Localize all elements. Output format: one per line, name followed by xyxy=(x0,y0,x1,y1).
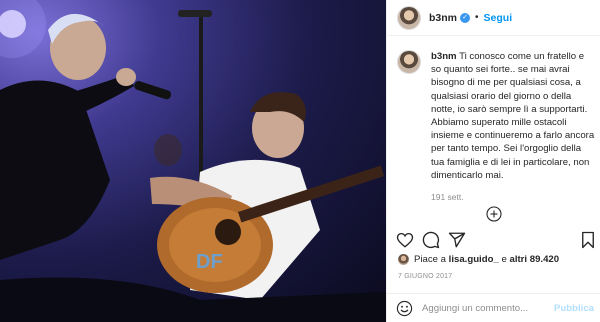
post-photo[interactable]: DF xyxy=(0,0,386,322)
instagram-post: DF b3nm ✓ • Segui b3nm Ti conosco come u… xyxy=(0,0,600,322)
likes-line: Piace a lisa.guido_ e altri 89.420 xyxy=(398,254,559,265)
caption-username[interactable]: b3nm xyxy=(431,51,457,62)
concert-photo-illustration: DF xyxy=(0,0,386,322)
post-actions xyxy=(396,231,600,253)
bookmark-icon[interactable] xyxy=(580,231,596,249)
caption-body: b3nm Ti conosco come un fratello e so qu… xyxy=(431,50,595,204)
separator-dot: • xyxy=(475,12,479,23)
share-icon[interactable] xyxy=(448,231,466,249)
comment-bar: Aggiungi un commento... Pubblica xyxy=(386,293,600,322)
liker-avatar[interactable] xyxy=(398,254,409,265)
comment-input[interactable]: Aggiungi un commento... xyxy=(422,303,554,314)
svg-text:DF: DF xyxy=(196,251,223,273)
emoji-icon[interactable] xyxy=(396,300,413,317)
load-more-icon[interactable] xyxy=(486,206,502,222)
caption-avatar[interactable] xyxy=(397,50,421,74)
likes-others[interactable]: altri 89.420 xyxy=(509,254,559,265)
caption: b3nm Ti conosco come un fratello e so qu… xyxy=(397,50,595,204)
caption-text: Ti conosco come un fratello e so quanto … xyxy=(431,51,595,181)
follow-button[interactable]: Segui xyxy=(484,12,513,24)
author-avatar[interactable] xyxy=(397,5,421,30)
author-username[interactable]: b3nm xyxy=(429,12,457,24)
comment-icon[interactable] xyxy=(422,231,440,249)
verified-badge-icon: ✓ xyxy=(460,12,471,23)
publish-button[interactable]: Pubblica xyxy=(554,303,594,314)
heart-icon[interactable] xyxy=(396,231,414,249)
post-date[interactable]: 7 GIUGNO 2017 xyxy=(398,273,452,280)
caption-timestamp: 191 sett. xyxy=(431,192,464,203)
liker-username[interactable]: lisa.guido_ xyxy=(449,254,499,265)
post-header: b3nm ✓ • Segui xyxy=(387,0,600,36)
likes-and: e xyxy=(501,254,507,265)
likes-prefix: Piace a xyxy=(414,254,446,265)
